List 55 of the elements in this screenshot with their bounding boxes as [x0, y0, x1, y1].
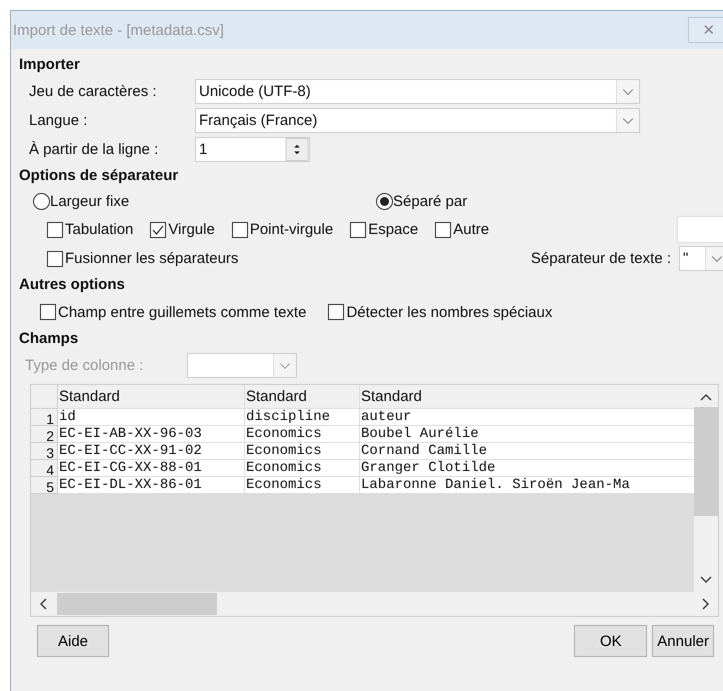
chevron-down-icon: [700, 576, 712, 584]
checkbox[interactable]: [350, 222, 366, 238]
field-label: Langue :: [29, 112, 88, 129]
radio-button[interactable]: [376, 193, 393, 210]
charset-dropdown[interactable]: Unicode (UTF-8): [195, 79, 640, 104]
section-heading: Options de séparateur: [19, 166, 180, 186]
checkbox[interactable]: [435, 222, 452, 238]
radio-label: Largeur fixe: [50, 193, 130, 210]
spinner-arrows-icon: [285, 138, 309, 161]
chevron-down-icon: [616, 80, 639, 103]
checkbox-label: Autre: [453, 221, 490, 238]
field-label: Séparateur de texte :: [530, 250, 671, 267]
row-number: 1: [31, 409, 58, 426]
checkbox[interactable]: [47, 250, 63, 266]
section-heading: Importer: [19, 55, 81, 75]
chevron-down-icon: [616, 109, 639, 132]
language-dropdown[interactable]: Français (France): [195, 108, 640, 133]
table-cell: Labaronne Daniel. Siroën Jean-Ma: [360, 477, 695, 494]
chevron-left-icon: [39, 598, 47, 610]
checkbox[interactable]: [150, 222, 166, 238]
checkbox[interactable]: [47, 222, 63, 238]
line-spinbox[interactable]: 1: [195, 137, 310, 162]
section-heading: Autres options: [19, 275, 126, 295]
field-label: Type de colonne :: [25, 357, 144, 374]
table-cell: Economics: [245, 477, 360, 494]
chevron-down-icon: [273, 354, 296, 377]
radio-button[interactable]: [33, 193, 50, 210]
checkbox-label: Tabulation: [65, 221, 134, 238]
checkbox-label: Fusionner les séparateurs: [65, 250, 238, 267]
row-number: 4: [31, 460, 58, 477]
radio-label: Séparé par: [393, 193, 468, 210]
checkbox-label: Détecter les nombres spéciaux: [346, 304, 552, 320]
row-number: 5: [31, 477, 58, 494]
checkbox[interactable]: [328, 304, 344, 320]
field-label: À partir de la ligne :: [29, 141, 160, 158]
checkbox-label: Virgule: [168, 221, 215, 238]
checkbox[interactable]: [232, 222, 248, 238]
other-separator-field[interactable]: [677, 216, 723, 243]
checkbox-label: Point-virgule: [250, 221, 334, 238]
window-title: Import de texte - [metadata.csv]: [12, 22, 224, 38]
chevron-up-icon: [700, 393, 712, 401]
row-number: 2: [31, 426, 58, 443]
horizontal-scrollbar[interactable]: [31, 592, 718, 616]
table-cell: EC-EI-DL-XX-86-01: [58, 477, 245, 494]
checkbox-label: Champ entre guillemets comme texte: [58, 304, 306, 320]
checkbox[interactable]: [40, 304, 56, 320]
cancel-button[interactable]: Annuler: [652, 625, 714, 657]
text-delimiter-dropdown[interactable]: ": [679, 246, 723, 271]
help-button[interactable]: Aide: [37, 625, 109, 657]
field-label: Jeu de caractères :: [29, 83, 158, 100]
section-heading: Champs: [19, 329, 80, 349]
ok-button[interactable]: OK: [574, 625, 648, 657]
chevron-right-icon: [702, 598, 710, 610]
row-number: 3: [31, 443, 58, 460]
checkbox-label: Espace: [368, 221, 418, 238]
